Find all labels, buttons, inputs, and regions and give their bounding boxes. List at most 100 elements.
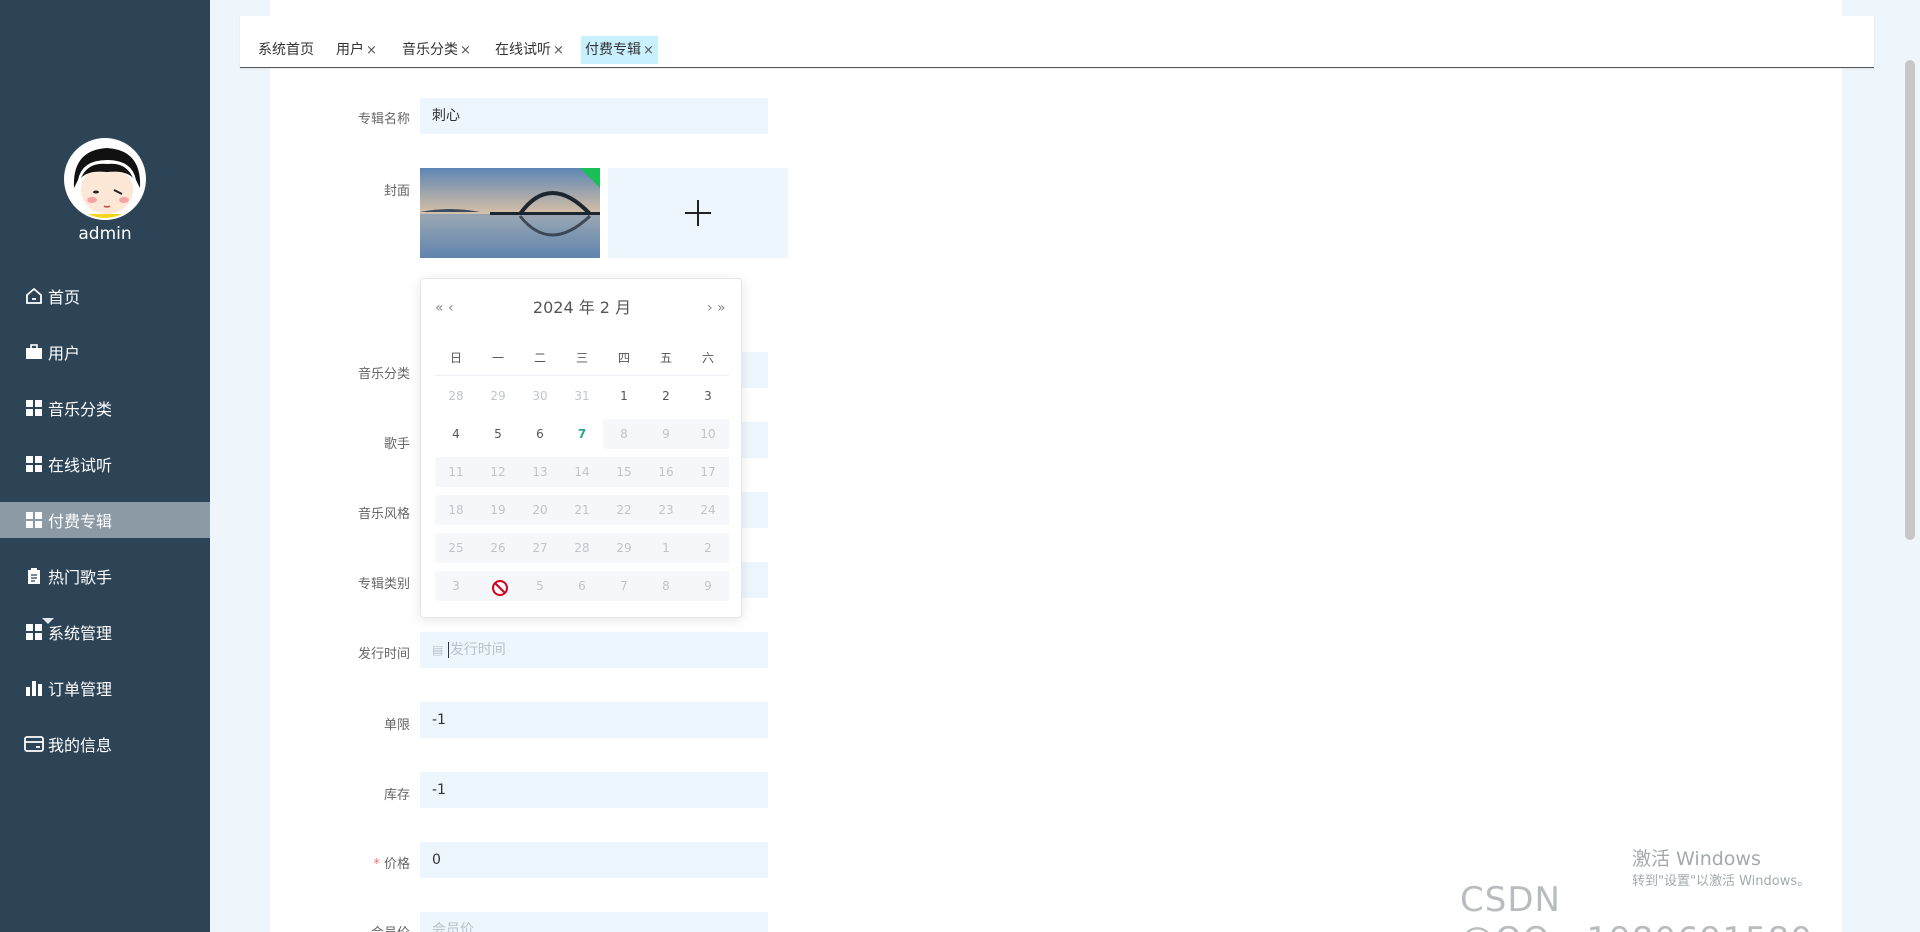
date-cell: 2 [687, 533, 729, 563]
date-cell: 18 [435, 495, 477, 525]
required-mark: * [373, 857, 380, 872]
tab-label: 在线试听 [495, 42, 551, 58]
cover-image[interactable] [420, 168, 600, 258]
next-year-button[interactable]: » [717, 293, 726, 323]
date-cell: 13 [519, 457, 561, 487]
weekday-label: 日 [449, 351, 462, 365]
tabs-bar: 系统首页 用户 × 音乐分类 × 在线试听 × 付费专辑 × [240, 16, 1874, 68]
bar-chart-icon [24, 678, 44, 698]
single-limit-input[interactable]: -1 [420, 702, 768, 738]
briefcase-icon [24, 342, 44, 362]
sidebar-item-music-category[interactable]: 音乐分类 [0, 380, 210, 436]
sidebar-item-label: 热门歌手 [48, 568, 113, 587]
avatar[interactable] [64, 138, 146, 220]
avatar-image [66, 140, 144, 218]
weekday-divider [435, 375, 729, 376]
tab-music-category[interactable]: 音乐分类 × [398, 36, 475, 64]
not-allowed-cursor-icon [491, 579, 509, 601]
date-cell[interactable]: 6 [519, 419, 561, 449]
singer-label: 歌手 [383, 437, 410, 452]
date-picker-header[interactable]: 2024 年 2 月 [421, 293, 743, 323]
weekday-label: 一 [491, 351, 504, 365]
date-cell: 7 [603, 571, 645, 601]
date-cell[interactable]: 5 [477, 419, 519, 449]
member-price-placeholder: 会员价 [432, 922, 474, 932]
release-time-label: 发行时间 [357, 647, 410, 662]
close-icon[interactable]: × [460, 43, 471, 58]
date-cell[interactable]: 1 [603, 381, 645, 411]
grid-icon [24, 510, 44, 530]
sidebar-item-label: 音乐分类 [48, 400, 113, 419]
price-input[interactable]: 0 [420, 842, 768, 878]
date-picker-panel: « ‹ 2024 年 2 月 › » 日一二三四五六 28 29 30 31 1 2 3 4 5 6… [420, 278, 742, 618]
tab-system-home[interactable]: 系统首页 [254, 36, 318, 64]
date-cell: 25 [435, 533, 477, 563]
sidebar-item-order-management[interactable]: 订单管理 [0, 660, 210, 716]
stock-input[interactable]: -1 [420, 772, 768, 808]
date-cell[interactable]: 28 [435, 381, 477, 411]
single-limit-label: 单限 [383, 718, 410, 733]
upload-cover-button[interactable] [608, 168, 788, 258]
album-name-input[interactable]: 刺心 [420, 98, 768, 134]
date-cell: 24 [687, 495, 729, 525]
date-cell: 22 [603, 495, 645, 525]
date-cell: 16 [645, 457, 687, 487]
date-cell: 3 [435, 571, 477, 601]
date-cell[interactable]: 31 [561, 381, 603, 411]
sidebar-item-online-listen[interactable]: 在线试听 [0, 436, 210, 492]
member-price-input[interactable]: 会员价 [420, 912, 768, 932]
sidebar-item-hot-singers[interactable]: 热门歌手 [0, 548, 210, 604]
weekday-label: 三 [575, 351, 588, 365]
sidebar-item-paid-album[interactable]: 付费专辑 [0, 502, 210, 538]
album-type-label: 专辑类别 [357, 577, 410, 592]
date-cell: 5 [519, 571, 561, 601]
price-label-text: 价格 [383, 857, 410, 872]
close-icon[interactable]: × [643, 43, 654, 58]
cover-label: 封面 [383, 184, 410, 199]
grid-icon [24, 398, 44, 418]
date-cell: 11 [435, 457, 477, 487]
date-cell-today[interactable]: 7 [561, 419, 603, 449]
tab-label: 付费专辑 [585, 42, 641, 58]
date-cell: 8 [603, 419, 645, 449]
sidebar-item-label: 用户 [48, 344, 81, 363]
close-icon[interactable]: × [553, 43, 564, 58]
tab-users[interactable]: 用户 × [332, 36, 381, 64]
date-cell: 19 [477, 495, 519, 525]
release-time-input[interactable]: ▤ 发行时间 [420, 632, 768, 668]
close-icon[interactable]: × [366, 43, 377, 58]
date-cell[interactable]: 3 [687, 381, 729, 411]
sidebar-item-home[interactable]: 首页 [0, 268, 210, 324]
style-label: 音乐风格 [357, 507, 410, 522]
sidebar-item-label: 付费专辑 [48, 512, 113, 531]
date-cell: 8 [645, 571, 687, 601]
date-cell[interactable]: 29 [477, 381, 519, 411]
album-name-label: 专辑名称 [357, 112, 410, 127]
date-cell: 17 [687, 457, 729, 487]
date-cell[interactable]: 2 [645, 381, 687, 411]
date-cell: 9 [645, 419, 687, 449]
date-cell[interactable]: 4 [435, 419, 477, 449]
scrollbar[interactable] [1905, 60, 1915, 540]
weekday-label: 四 [617, 351, 630, 365]
date-cell: 1 [645, 533, 687, 563]
date-cell[interactable]: 30 [519, 381, 561, 411]
release-time-placeholder: 发行时间 [447, 642, 506, 658]
sidebar-item-system-management[interactable]: 系统管理 [0, 604, 210, 660]
tab-online-listen[interactable]: 在线试听 × [491, 36, 568, 64]
sidebar: admin 首页 用户 音乐分类 在线试听 付费专辑 热门歌手 系统管理 订单管… [0, 0, 210, 932]
price-label: * 价格 [270, 853, 410, 872]
sidebar-item-label: 系统管理 [48, 624, 113, 643]
next-month-button[interactable]: › [707, 293, 713, 323]
date-cell: 26 [477, 533, 519, 563]
home-icon [24, 286, 44, 306]
member-price-label: 会员价 [270, 922, 410, 932]
tab-paid-album[interactable]: 付费专辑 × [581, 36, 658, 64]
grid-icon [24, 622, 44, 642]
date-cell: 21 [561, 495, 603, 525]
date-cell: 20 [519, 495, 561, 525]
date-cell: 15 [603, 457, 645, 487]
sidebar-item-label: 订单管理 [48, 680, 113, 699]
sidebar-item-my-info[interactable]: 我的信息 [0, 716, 210, 772]
sidebar-item-users[interactable]: 用户 [0, 324, 210, 380]
